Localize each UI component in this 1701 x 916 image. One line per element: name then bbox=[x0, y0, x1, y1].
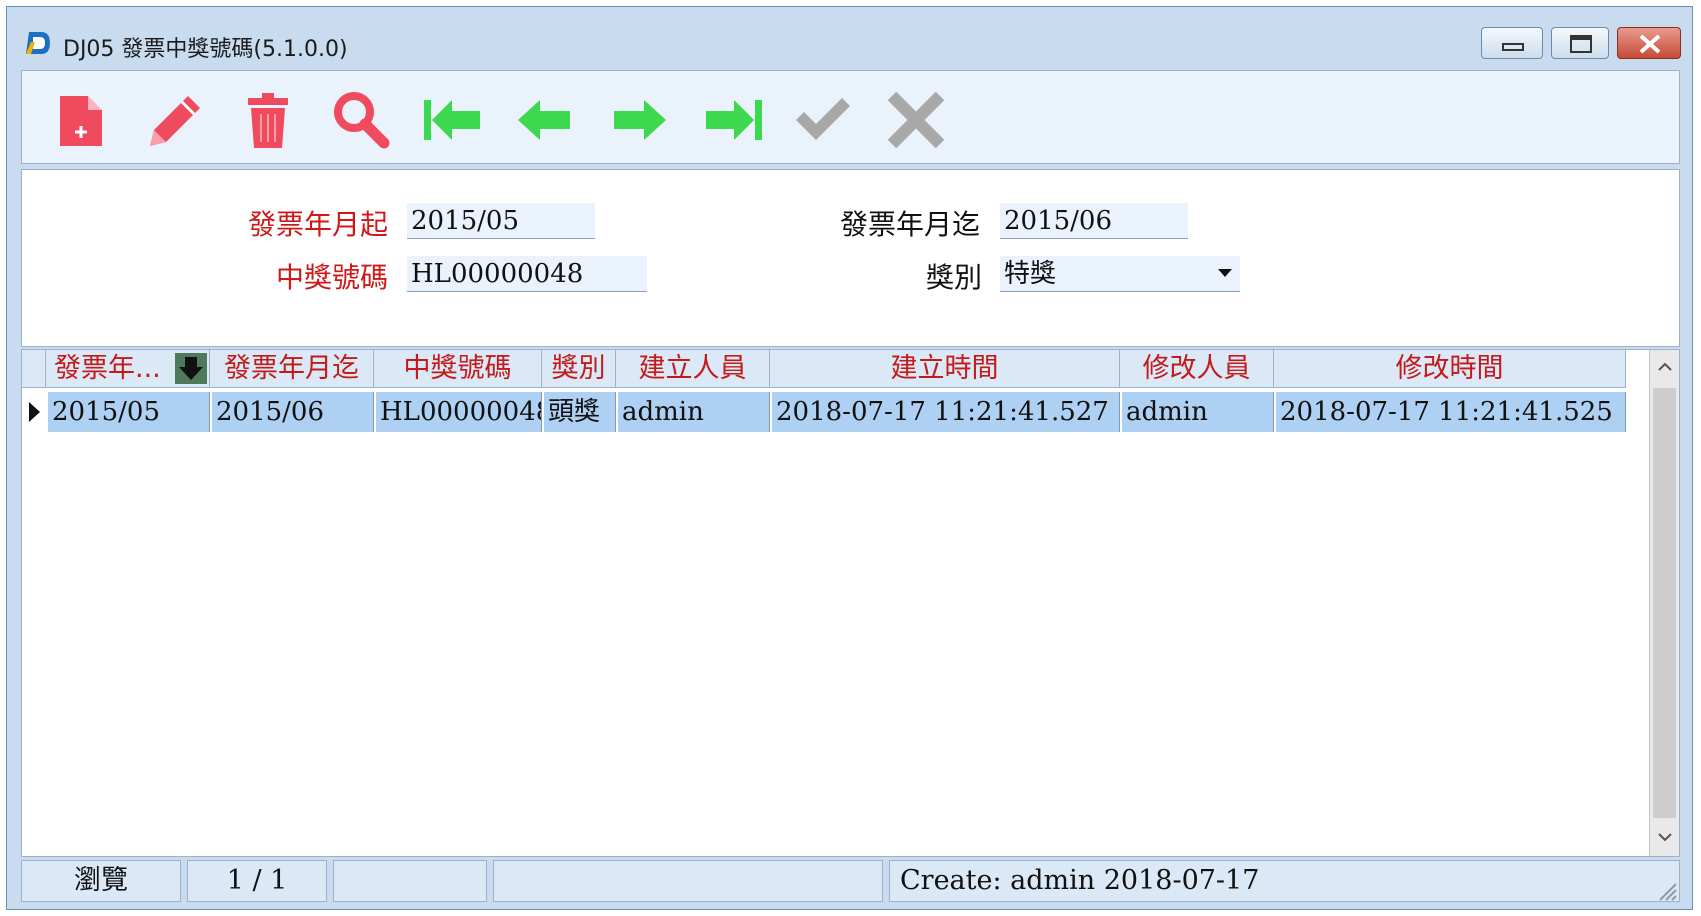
status-info: Create: admin 2018-07-17 bbox=[889, 860, 1680, 902]
invoice-start-label: 發票年月起 bbox=[248, 208, 389, 241]
winning-number-field[interactable]: HL00000048 bbox=[407, 256, 647, 292]
new-document-icon bbox=[60, 96, 102, 146]
next-record-button[interactable] bbox=[608, 88, 672, 152]
invoice-end-label: 發票年月迄 bbox=[840, 208, 981, 241]
maximize-icon bbox=[1570, 35, 1592, 53]
prize-category-value: 特獎 bbox=[1004, 259, 1057, 289]
invoice-start-field[interactable]: 2015/05 bbox=[407, 203, 595, 239]
close-icon bbox=[1639, 34, 1661, 54]
column-header-number[interactable]: 中獎號碼 bbox=[374, 350, 542, 388]
chevron-down-icon bbox=[1218, 269, 1232, 277]
resize-grip-icon[interactable] bbox=[1656, 880, 1678, 902]
checkmark-icon bbox=[796, 98, 850, 140]
cancel-x-icon bbox=[887, 91, 945, 149]
cell-number[interactable]: HL00000048 bbox=[376, 392, 542, 432]
last-record-button[interactable] bbox=[702, 88, 766, 152]
data-grid: 發票年... 發票年月迄 中獎號碼 獎別 建立人員 建立時間 修改人員 修改時間… bbox=[21, 349, 1680, 857]
query-form: 發票年月起 2015/05 發票年月迄 2015/06 中獎號碼 HL00000… bbox=[21, 169, 1680, 347]
delete-button[interactable] bbox=[236, 88, 300, 152]
scroll-down-icon[interactable] bbox=[1658, 832, 1672, 842]
search-button[interactable] bbox=[328, 88, 392, 152]
toolbar bbox=[21, 70, 1680, 164]
column-header-created-time[interactable]: 建立時間 bbox=[770, 350, 1120, 388]
cell-modified-time[interactable]: 2018-07-17 11:21:41.525 bbox=[1276, 392, 1626, 432]
cell-creator[interactable]: admin bbox=[618, 392, 770, 432]
status-panel-3 bbox=[333, 860, 487, 902]
trash-icon bbox=[248, 93, 288, 148]
status-panel-4 bbox=[493, 860, 883, 902]
cell-modifier[interactable]: admin bbox=[1122, 392, 1274, 432]
scrollbar-thumb[interactable] bbox=[1653, 388, 1676, 818]
column-header-modified-time[interactable]: 修改時間 bbox=[1274, 350, 1626, 388]
invoice-end-field[interactable]: 2015/06 bbox=[1000, 203, 1188, 239]
column-header-start-label: 發票年... bbox=[54, 353, 161, 384]
last-record-icon bbox=[706, 100, 762, 140]
confirm-button[interactable] bbox=[790, 88, 854, 152]
previous-record-icon bbox=[518, 100, 570, 140]
window-title: DJ05 發票中獎號碼(5.1.0.0) bbox=[63, 37, 348, 62]
minimize-button[interactable] bbox=[1481, 27, 1543, 59]
next-record-icon bbox=[614, 100, 666, 140]
status-bar: 瀏覽 1 / 1 Create: admin 2018-07-17 bbox=[21, 860, 1680, 904]
pencil-icon bbox=[150, 96, 200, 146]
cell-category[interactable]: 頭獎 bbox=[544, 392, 616, 432]
first-record-icon bbox=[424, 100, 480, 140]
prize-category-label: 獎別 bbox=[926, 261, 983, 294]
prize-category-select[interactable]: 特獎 bbox=[1000, 256, 1240, 292]
cell-start[interactable]: 2015/05 bbox=[48, 392, 210, 432]
magnifier-icon bbox=[334, 92, 390, 149]
grid-corner bbox=[22, 350, 46, 388]
cancel-button[interactable] bbox=[884, 88, 948, 152]
previous-record-button[interactable] bbox=[512, 88, 576, 152]
column-header-modifier[interactable]: 修改人員 bbox=[1120, 350, 1274, 388]
close-button[interactable] bbox=[1617, 27, 1681, 59]
scroll-up-icon[interactable] bbox=[1658, 362, 1672, 372]
column-header-start[interactable]: 發票年... bbox=[46, 350, 210, 388]
first-record-button[interactable] bbox=[420, 88, 484, 152]
status-record-count: 1 / 1 bbox=[187, 860, 327, 902]
app-window: DJ05 發票中獎號碼(5.1.0.0) 發票年月起 2015/05 發票年月迄… bbox=[6, 6, 1693, 910]
column-header-category[interactable]: 獎別 bbox=[542, 350, 616, 388]
sort-descending-icon[interactable] bbox=[175, 353, 207, 384]
app-logo-icon bbox=[26, 32, 50, 54]
maximize-button[interactable] bbox=[1551, 27, 1609, 59]
cell-end[interactable]: 2015/06 bbox=[212, 392, 374, 432]
edit-button[interactable] bbox=[142, 88, 206, 152]
column-header-creator[interactable]: 建立人員 bbox=[616, 350, 770, 388]
minimize-icon bbox=[1502, 43, 1524, 51]
winning-number-label: 中獎號碼 bbox=[276, 261, 389, 294]
vertical-scrollbar[interactable] bbox=[1649, 350, 1679, 856]
status-mode: 瀏覽 bbox=[21, 860, 181, 902]
new-record-button[interactable] bbox=[50, 88, 114, 152]
current-row-indicator-icon bbox=[29, 402, 40, 422]
column-header-end[interactable]: 發票年月迄 bbox=[210, 350, 374, 388]
cell-created-time[interactable]: 2018-07-17 11:21:41.527 bbox=[772, 392, 1120, 432]
title-bar: DJ05 發票中獎號碼(5.1.0.0) bbox=[7, 7, 1692, 65]
